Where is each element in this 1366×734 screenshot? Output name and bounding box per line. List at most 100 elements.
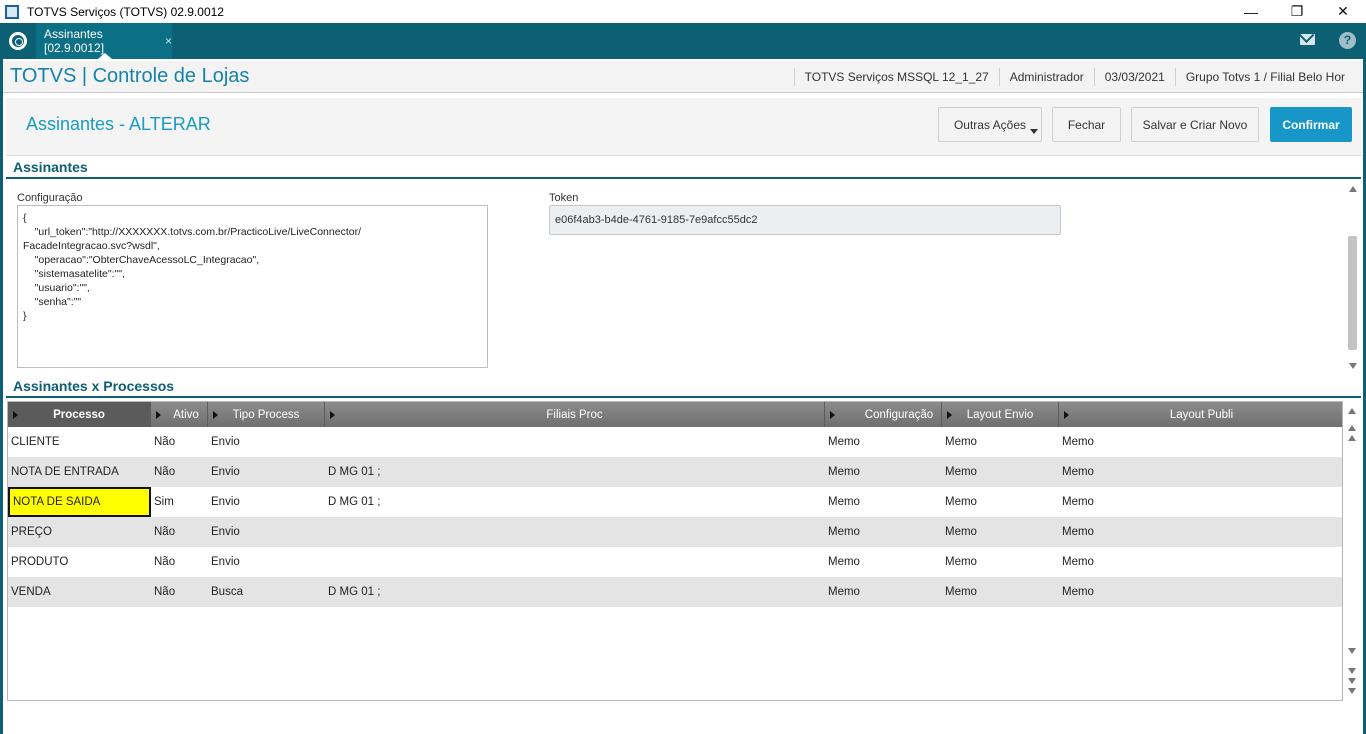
cell-processo[interactable]: NOTA DE ENTRADA — [8, 457, 151, 487]
cell-layout-envio[interactable]: Memo — [942, 457, 1059, 487]
sort-triangle-icon — [330, 411, 335, 419]
branch-info: Grupo Totvs 1 / Filial Belo Hor — [1174, 68, 1355, 86]
window-titlebar: TOTVS Serviços (TOTVS) 02.9.0012 — ❐ ✕ — [0, 0, 1366, 23]
column-header-ativo[interactable]: Ativo — [151, 402, 208, 427]
cell-tipo[interactable]: Envio — [208, 427, 325, 457]
cell-tipo[interactable]: Envio — [208, 517, 325, 547]
close-button[interactable]: Fechar — [1052, 107, 1121, 142]
table-row[interactable]: VENDA Não Busca D MG 01 ; Memo Memo Memo — [8, 577, 1342, 607]
cell-layout-publi[interactable]: Memo — [1059, 577, 1342, 607]
column-header-filiais[interactable]: Filiais Proc — [325, 402, 825, 427]
environment-info: TOTVS Serviços MSSQL 12_1_27 Administrad… — [793, 61, 1355, 93]
scroll-down-icon[interactable] — [1348, 668, 1356, 674]
scroll-up-icon[interactable] — [1348, 435, 1356, 441]
table-row[interactable]: PREÇO Não Envio Memo Memo Memo — [8, 517, 1342, 547]
cell-processo[interactable]: CLIENTE — [8, 427, 151, 457]
section-title-assinantes: Assinantes — [13, 159, 88, 175]
tab-close-icon[interactable]: × — [165, 34, 172, 48]
table-row[interactable]: PRODUTO Não Envio Memo Memo Memo — [8, 547, 1342, 577]
cell-ativo[interactable]: Não — [151, 457, 208, 487]
totvs-logo-icon[interactable] — [9, 32, 27, 50]
cell-configuracao[interactable]: Memo — [825, 517, 942, 547]
cell-layout-envio[interactable]: Memo — [942, 427, 1059, 457]
tab-bar: Assinantes [02.9.0012] × ? — [0, 23, 1366, 59]
cell-tipo[interactable]: Envio — [208, 487, 325, 517]
table-row[interactable]: NOTA DE ENTRADA Não Envio D MG 01 ; Memo Memo… — [8, 457, 1342, 487]
cell-layout-envio[interactable]: Memo — [942, 547, 1059, 577]
grid-header: Processo Ativo Tipo Process Filiais Proc… — [8, 402, 1342, 427]
scroll-up-icon[interactable] — [1348, 408, 1356, 414]
token-field[interactable]: e06f4ab3-b4de-4761-9185-7e9afcc55dc2 — [549, 205, 1061, 235]
cell-filiais[interactable]: D MG 01 ; — [325, 457, 825, 487]
cell-layout-publi[interactable]: Memo — [1059, 427, 1342, 457]
cell-layout-publi[interactable]: Memo — [1059, 487, 1342, 517]
scroll-down-icon[interactable] — [1349, 363, 1357, 369]
column-label: Ativo — [173, 408, 199, 421]
cell-processo[interactable]: NOTA DE SAIDA — [8, 487, 151, 517]
cell-configuracao[interactable]: Memo — [825, 547, 942, 577]
cell-filiais[interactable] — [325, 427, 825, 457]
close-window-button[interactable]: ✕ — [1320, 0, 1366, 23]
grid-scrollbar[interactable] — [1346, 403, 1360, 700]
column-header-processo[interactable]: Processo — [8, 402, 151, 427]
cell-configuracao[interactable]: Memo — [825, 577, 942, 607]
scroll-down-icon[interactable] — [1348, 688, 1356, 694]
sort-triangle-icon — [830, 411, 835, 419]
column-header-layout-envio[interactable]: Layout Envio — [942, 402, 1059, 427]
cell-configuracao[interactable]: Memo — [825, 487, 942, 517]
cell-processo[interactable]: PREÇO — [8, 517, 151, 547]
cell-ativo[interactable]: Sim — [151, 487, 208, 517]
mail-icon[interactable] — [1300, 34, 1315, 45]
config-textarea[interactable]: { "url_token":"http://XXXXXXX.totvs.com.… — [17, 205, 488, 368]
cell-ativo[interactable]: Não — [151, 427, 208, 457]
section-title-processos: Assinantes x Processos — [13, 378, 175, 394]
cell-layout-envio[interactable]: Memo — [942, 487, 1059, 517]
cell-filiais[interactable] — [325, 517, 825, 547]
cell-layout-envio[interactable]: Memo — [942, 577, 1059, 607]
scroll-up-icon[interactable] — [1349, 186, 1357, 192]
tab-label: Assinantes [02.9.0012] — [44, 27, 105, 55]
scroll-down-icon[interactable] — [1348, 678, 1356, 684]
cell-tipo[interactable]: Busca — [208, 577, 325, 607]
cell-configuracao[interactable]: Memo — [825, 457, 942, 487]
scroll-thumb[interactable] — [1348, 236, 1357, 350]
column-label: Layout Envio — [966, 408, 1034, 421]
tab-assinantes[interactable]: Assinantes [02.9.0012] × — [36, 23, 172, 59]
cell-layout-publi[interactable]: Memo — [1059, 547, 1342, 577]
form-toolbar: Assinantes - ALTERAR Outras Ações Fechar… — [6, 98, 1362, 156]
cell-layout-publi[interactable]: Memo — [1059, 457, 1342, 487]
form-scrollbar[interactable] — [1347, 183, 1359, 371]
cell-layout-envio[interactable]: Memo — [942, 517, 1059, 547]
date-info: 03/03/2021 — [1093, 68, 1175, 86]
user-info: Administrador — [998, 68, 1094, 86]
sort-triangle-icon — [1064, 411, 1069, 419]
cell-filiais[interactable]: D MG 01 ; — [325, 487, 825, 517]
cell-filiais[interactable]: D MG 01 ; — [325, 577, 825, 607]
section-divider — [6, 177, 1361, 179]
scroll-down-icon[interactable] — [1348, 648, 1356, 654]
cell-filiais[interactable] — [325, 547, 825, 577]
cell-tipo[interactable]: Envio — [208, 547, 325, 577]
cell-tipo[interactable]: Envio — [208, 457, 325, 487]
scroll-up-icon[interactable] — [1348, 425, 1356, 431]
cell-layout-publi[interactable]: Memo — [1059, 517, 1342, 547]
column-header-tipo[interactable]: Tipo Process — [208, 402, 325, 427]
cell-processo[interactable]: VENDA — [8, 577, 151, 607]
column-label: Configuração — [864, 408, 934, 421]
save-and-new-button[interactable]: Salvar e Criar Novo — [1131, 107, 1259, 142]
cell-ativo[interactable]: Não — [151, 547, 208, 577]
table-row[interactable]: NOTA DE SAIDA Sim Envio D MG 01 ; Memo Memo Me… — [8, 487, 1342, 517]
column-header-layout-publi[interactable]: Layout Publi — [1059, 402, 1342, 427]
cell-ativo[interactable]: Não — [151, 517, 208, 547]
maximize-button[interactable]: ❐ — [1274, 0, 1320, 23]
cell-processo[interactable]: PRODUTO — [8, 547, 151, 577]
minimize-button[interactable]: — — [1228, 0, 1274, 23]
processos-grid[interactable]: Processo Ativo Tipo Process Filiais Proc… — [7, 401, 1343, 701]
cell-ativo[interactable]: Não — [151, 577, 208, 607]
table-row[interactable]: CLIENTE Não Envio Memo Memo Memo — [8, 427, 1342, 457]
cell-configuracao[interactable]: Memo — [825, 427, 942, 457]
column-header-configuracao[interactable]: Configuração — [825, 402, 942, 427]
other-actions-button[interactable]: Outras Ações — [938, 107, 1042, 142]
help-icon[interactable]: ? — [1339, 32, 1356, 49]
confirm-button[interactable]: Confirmar — [1270, 107, 1352, 142]
